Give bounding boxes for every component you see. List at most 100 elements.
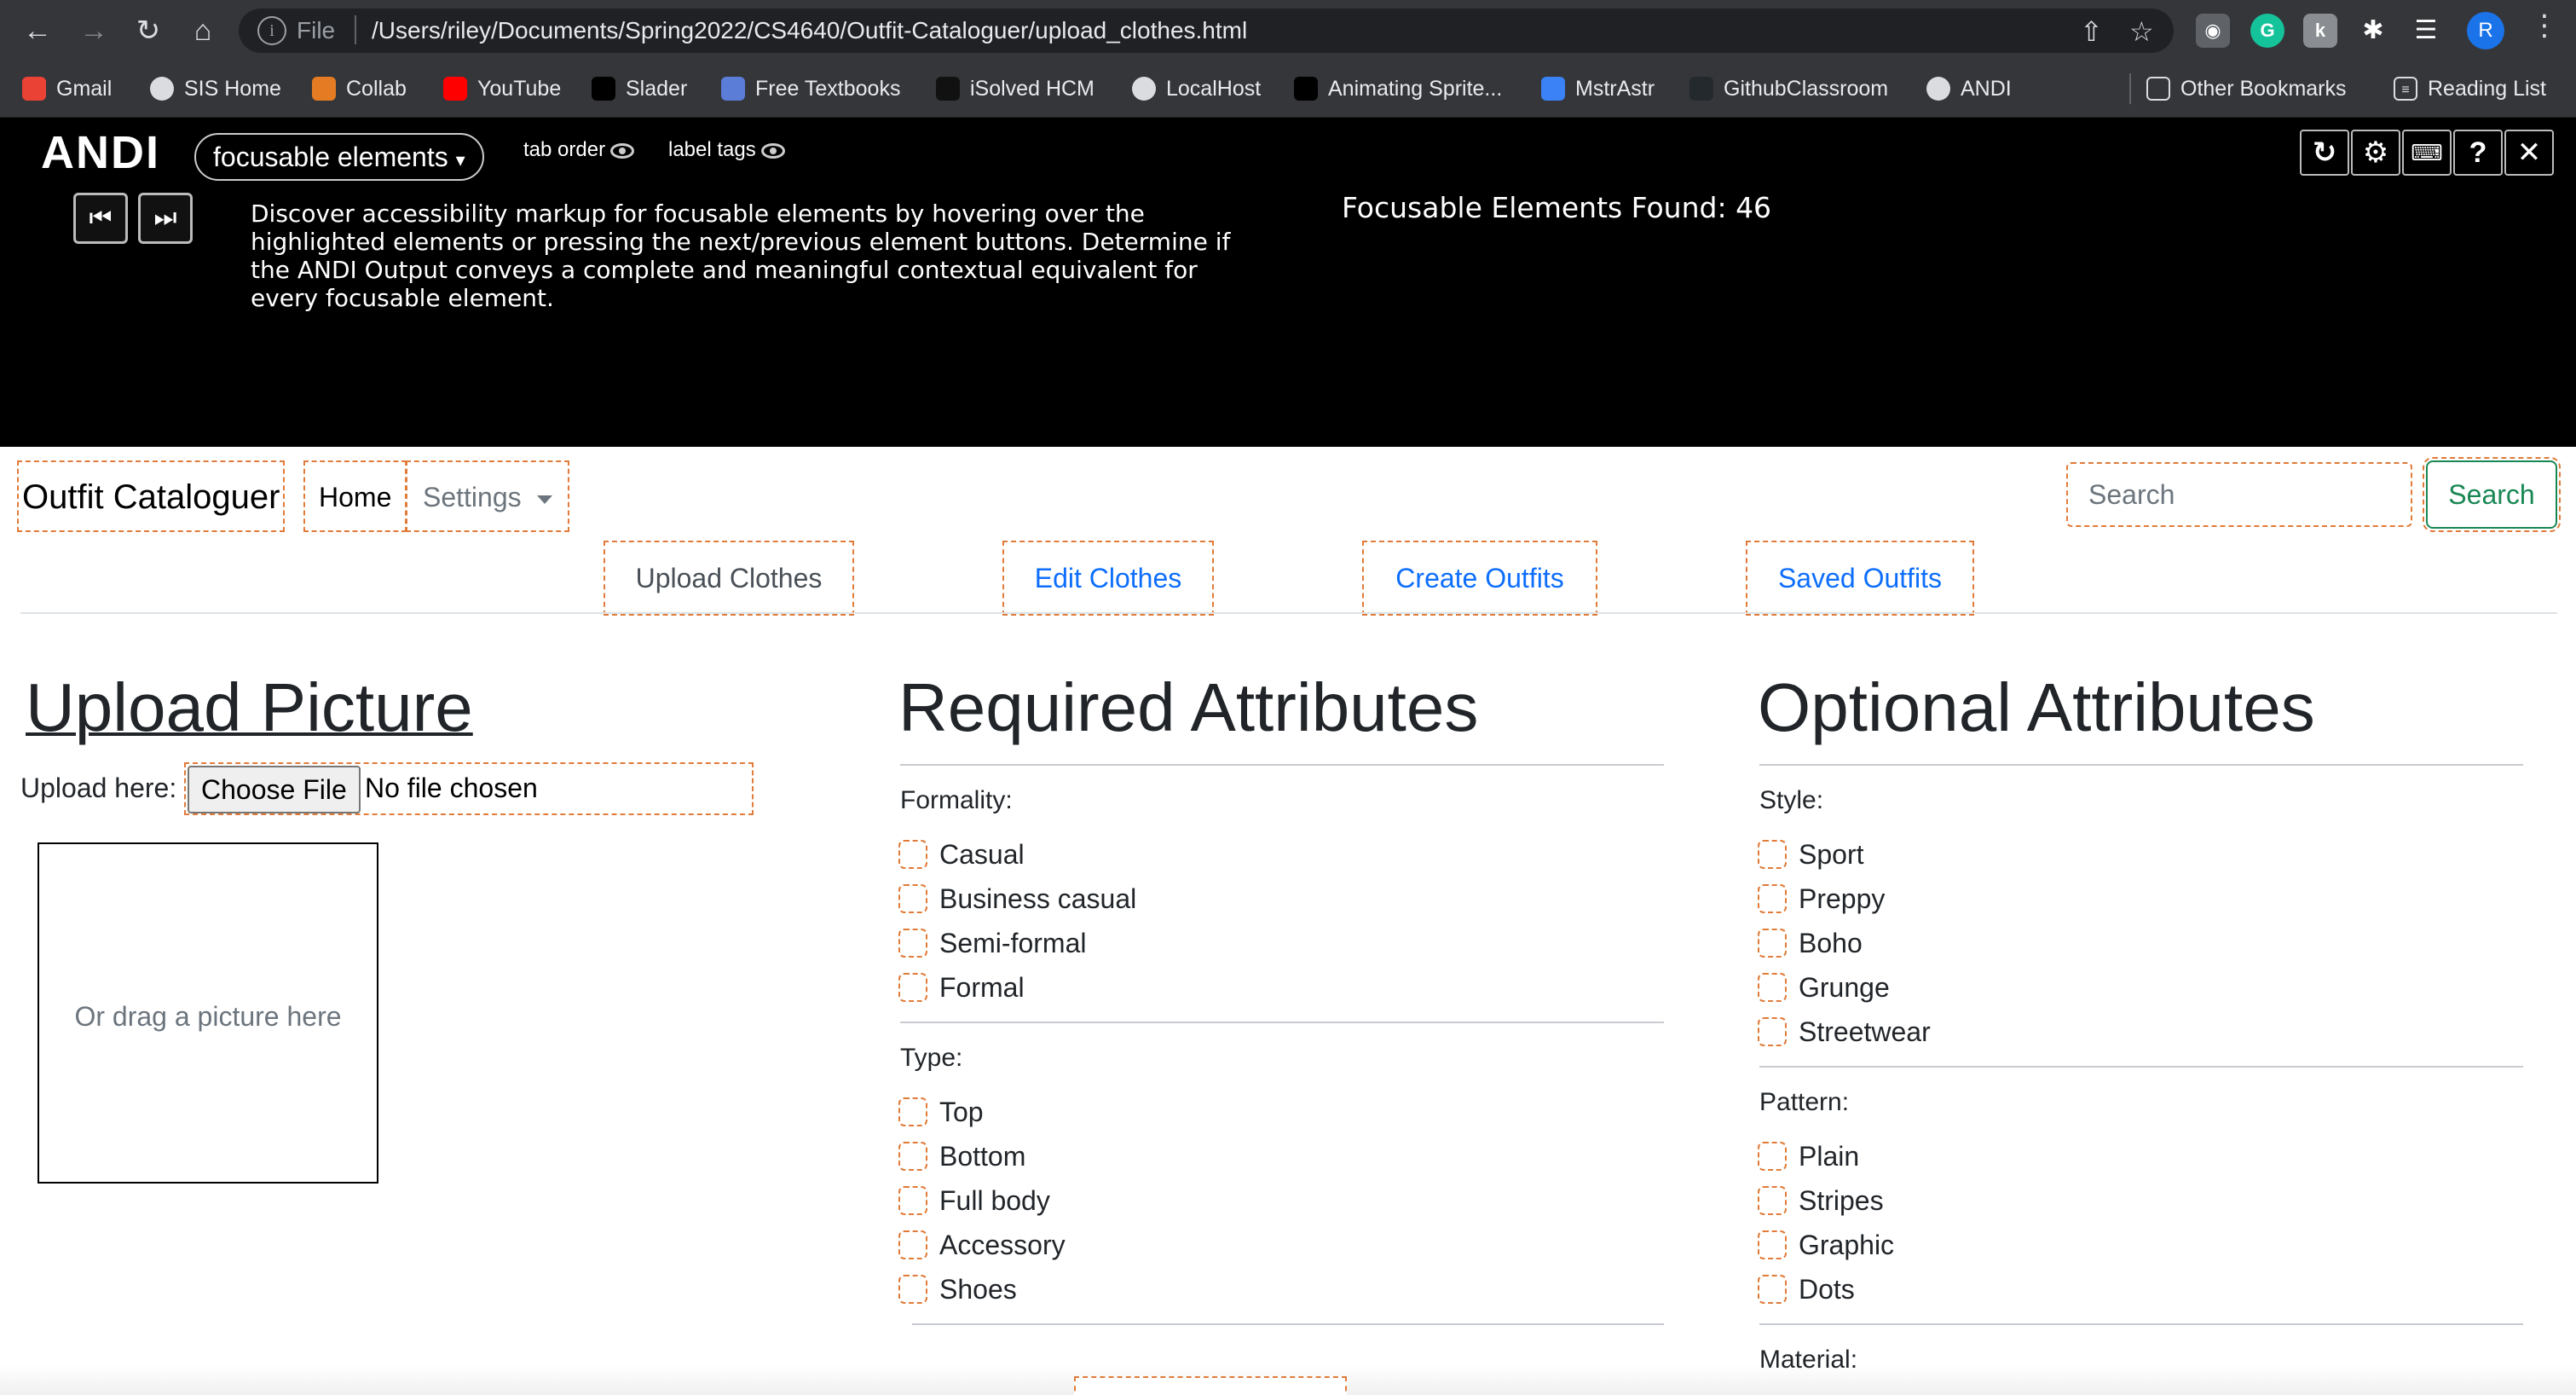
tab-saved-outfits[interactable]: Saved Outfits	[1746, 541, 1974, 616]
nav-home-link[interactable]: Home	[303, 460, 407, 532]
isolved-icon	[936, 77, 960, 101]
checkbox-shoes[interactable]: Shoes	[898, 1272, 1017, 1306]
andi-refresh-button[interactable]: ↻	[2300, 130, 2349, 176]
profile-avatar[interactable]: R	[2467, 12, 2504, 49]
bookmark-slader[interactable]: Slader	[592, 72, 687, 106]
search-input[interactable]	[2066, 462, 2412, 527]
checkbox-label: Boho	[1799, 927, 1863, 958]
checkbox-box[interactable]	[1758, 1275, 1787, 1304]
media-queue-icon[interactable]: ☰	[2409, 14, 2443, 48]
checkbox-box[interactable]	[1758, 1017, 1787, 1046]
bookmark-star-icon[interactable]: ☆	[2129, 15, 2154, 48]
checkbox-stripes[interactable]: Stripes	[1758, 1184, 1884, 1218]
grammarly-icon[interactable]: G	[2250, 14, 2284, 48]
bookmark-sis-home[interactable]: SIS Home	[150, 72, 281, 106]
tab-create-outfits[interactable]: Create Outfits	[1362, 541, 1597, 616]
tab-upload-clothes[interactable]: Upload Clothes	[604, 541, 854, 616]
checkbox-box[interactable]	[898, 1186, 927, 1215]
andi-module-dropdown[interactable]: focusable elements ▾	[194, 133, 484, 181]
search-button[interactable]: Search	[2423, 457, 2561, 532]
file-input[interactable]: Choose File No file chosen	[184, 762, 754, 815]
back-arrow-icon[interactable]: ←	[19, 12, 56, 49]
browser-toolbar: ← → ↻ ⌂ i File /Users/riley/Documents/Sp…	[0, 0, 2576, 61]
bookmark-collab[interactable]: Collab	[312, 72, 407, 106]
checkbox-box[interactable]	[1758, 1142, 1787, 1171]
bookmark-andi[interactable]: ANDI	[1926, 72, 2012, 106]
brand-link[interactable]: Outfit Cataloguer	[17, 460, 286, 532]
url-text[interactable]: /Users/riley/Documents/Spring2022/CS4640…	[372, 17, 1247, 44]
bookmark-free-textbooks[interactable]: Free Textbooks	[721, 72, 900, 106]
previous-element-button[interactable]: ⏮	[73, 193, 128, 244]
checkbox-streetwear[interactable]: Streetwear	[1758, 1015, 1931, 1049]
upload-picture-heading[interactable]: Upload Picture	[26, 669, 473, 747]
checkbox-bottom[interactable]: Bottom	[898, 1139, 1025, 1173]
checkbox-box[interactable]	[1758, 840, 1787, 869]
pattern-rule	[1759, 1323, 2523, 1325]
checkbox-graphic[interactable]: Graphic	[1758, 1228, 1894, 1262]
checkbox-box[interactable]	[1758, 1186, 1787, 1215]
checkbox-business-casual[interactable]: Business casual	[898, 882, 1136, 916]
checkbox-label: Shoes	[939, 1273, 1017, 1305]
bookmark-localhost[interactable]: LocalHost	[1132, 72, 1261, 106]
submit-button[interactable]	[1074, 1376, 1347, 1395]
andi-close-button[interactable]: ✕	[2504, 130, 2554, 176]
checkbox-plain[interactable]: Plain	[1758, 1139, 1859, 1173]
forward-arrow-icon[interactable]: →	[75, 12, 113, 49]
checkbox-sport[interactable]: Sport	[1758, 837, 1863, 871]
tab-order-toggle[interactable]: tab order	[523, 138, 635, 162]
bookmark-githubclassroom[interactable]: GithubClassroom	[1689, 72, 1888, 106]
more-menu-icon[interactable]: ⋮	[2530, 9, 2559, 43]
checkbox-box[interactable]	[898, 973, 927, 1002]
checkbox-boho[interactable]: Boho	[1758, 926, 1863, 960]
checkbox-dots[interactable]: Dots	[1758, 1272, 1855, 1306]
home-icon[interactable]: ⌂	[184, 12, 222, 49]
checkbox-full-body[interactable]: Full body	[898, 1184, 1050, 1218]
checkbox-formal[interactable]: Formal	[898, 970, 1025, 1004]
bookmark-youtube[interactable]: YouTube	[443, 72, 561, 106]
choose-file-button[interactable]: Choose File	[188, 766, 361, 813]
andi-help-button[interactable]: ?	[2453, 130, 2503, 176]
checkbox-box[interactable]	[898, 840, 927, 869]
bookmark-isolved-hcm[interactable]: iSolved HCM	[936, 72, 1095, 106]
checkbox-casual[interactable]: Casual	[898, 837, 1025, 871]
checkbox-box[interactable]	[1758, 929, 1787, 958]
bookmark-mstrastr[interactable]: MstrAstr	[1541, 72, 1655, 106]
checkbox-box[interactable]	[898, 929, 927, 958]
checkbox-grunge[interactable]: Grunge	[1758, 970, 1890, 1004]
checkbox-box[interactable]	[1758, 973, 1787, 1002]
bookmark-animating-sprite[interactable]: Animating Sprite...	[1294, 72, 1502, 106]
extension-cookie-icon[interactable]: ◉	[2196, 14, 2230, 48]
address-bar[interactable]: i File /Users/riley/Documents/Spring2022…	[239, 9, 2174, 53]
share-icon[interactable]: ⇧	[2080, 15, 2103, 48]
checkbox-box[interactable]	[898, 1275, 927, 1304]
drop-zone[interactable]: Or drag a picture here	[38, 842, 378, 1184]
extension-k-icon[interactable]: k	[2303, 14, 2337, 48]
checkbox-box[interactable]	[898, 1230, 927, 1259]
nav-settings-dropdown[interactable]: Settings	[406, 460, 569, 532]
andi-settings-button[interactable]: ⚙	[2351, 130, 2400, 176]
puzzle-extensions-icon[interactable]: ✱	[2356, 14, 2390, 48]
checkbox-accessory[interactable]: Accessory	[898, 1228, 1066, 1262]
label-tags-toggle[interactable]: label tags	[668, 138, 785, 162]
book-icon	[721, 77, 745, 101]
other-bookmarks[interactable]: Other Bookmarks	[2146, 72, 2347, 106]
checkbox-top[interactable]: Top	[898, 1095, 984, 1129]
next-element-button[interactable]: ⏭	[138, 193, 193, 244]
caret-down-icon	[536, 495, 552, 504]
checkbox-semi-formal[interactable]: Semi-formal	[898, 926, 1086, 960]
andi-keyboard-button[interactable]: ⌨	[2402, 130, 2452, 176]
tab-edit-clothes[interactable]: Edit Clothes	[1002, 541, 1214, 616]
checkbox-label: Stripes	[1799, 1184, 1884, 1216]
bookmark-gmail[interactable]: Gmail	[22, 72, 112, 106]
checkbox-box[interactable]	[898, 884, 927, 913]
info-icon[interactable]: i	[257, 16, 286, 45]
checkbox-box[interactable]	[898, 1142, 927, 1171]
reading-list[interactable]: ≡ Reading List	[2394, 72, 2546, 106]
reload-icon[interactable]: ↻	[130, 12, 167, 49]
checkbox-box[interactable]	[1758, 1230, 1787, 1259]
checkbox-preppy[interactable]: Preppy	[1758, 882, 1885, 916]
checkbox-box[interactable]	[1758, 884, 1787, 913]
bookmark-label: Gmail	[56, 76, 113, 101]
bookmark-label: LocalHost	[1166, 76, 1262, 101]
checkbox-box[interactable]	[898, 1097, 927, 1126]
